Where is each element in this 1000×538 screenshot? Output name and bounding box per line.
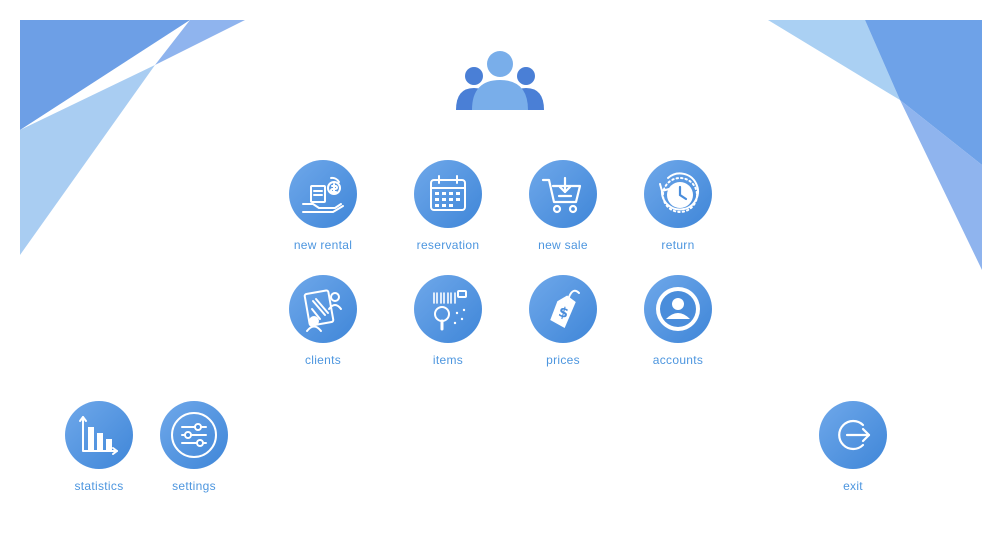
new-sale-label: new sale (538, 238, 588, 252)
prices-button[interactable]: $ (529, 275, 597, 343)
menu-tile-new-sale[interactable]: new sale (503, 160, 623, 252)
reservation-button[interactable] (414, 160, 482, 228)
rental-handout-icon (302, 176, 344, 213)
exit-label: exit (843, 479, 863, 493)
exit-button[interactable] (819, 401, 887, 469)
reservation-label: reservation (416, 238, 480, 252)
menu-tile-prices[interactable]: $ prices (503, 275, 623, 367)
clients-button[interactable] (289, 275, 357, 343)
new-rental-label: new rental (293, 238, 353, 252)
new-sale-button[interactable] (529, 160, 597, 228)
return-button[interactable] (644, 160, 712, 228)
settings-label: settings (172, 479, 216, 493)
footer-tile-settings[interactable]: settings (134, 401, 254, 493)
menu-tile-reservation[interactable]: reservation (388, 160, 508, 252)
bar-chart-icon (79, 416, 118, 455)
corner-decoration-left (20, 20, 245, 255)
users-group-icon (456, 51, 544, 110)
menu-tile-clients[interactable]: clients (263, 275, 383, 367)
clock-return-icon (659, 172, 699, 213)
exit-icon (838, 419, 871, 451)
client-document-icon (303, 289, 342, 332)
return-label: return (661, 238, 695, 252)
menu-tile-accounts[interactable]: accounts (618, 275, 738, 367)
footer-tile-exit[interactable]: exit (793, 401, 913, 493)
items-label: items (432, 353, 464, 367)
menu-tile-items[interactable]: items (388, 275, 508, 367)
sliders-icon (171, 412, 217, 458)
menu-tile-return[interactable]: return (618, 160, 738, 252)
accounts-label: accounts (652, 353, 704, 367)
accounts-button[interactable] (644, 275, 712, 343)
new-rental-button[interactable] (289, 160, 357, 228)
menu-tile-new-rental[interactable]: new rental (263, 160, 383, 252)
shopping-cart-icon (541, 176, 582, 214)
settings-button[interactable] (160, 401, 228, 469)
clients-label: clients (304, 353, 342, 367)
statistics-button[interactable] (65, 401, 133, 469)
user-account-icon (656, 287, 700, 331)
calendar-icon (430, 175, 466, 211)
prices-label: prices (546, 353, 580, 367)
barcode-scan-icon (433, 290, 467, 331)
corner-decoration-right (768, 20, 982, 270)
price-tag-icon: $ (550, 289, 580, 329)
items-button[interactable] (414, 275, 482, 343)
